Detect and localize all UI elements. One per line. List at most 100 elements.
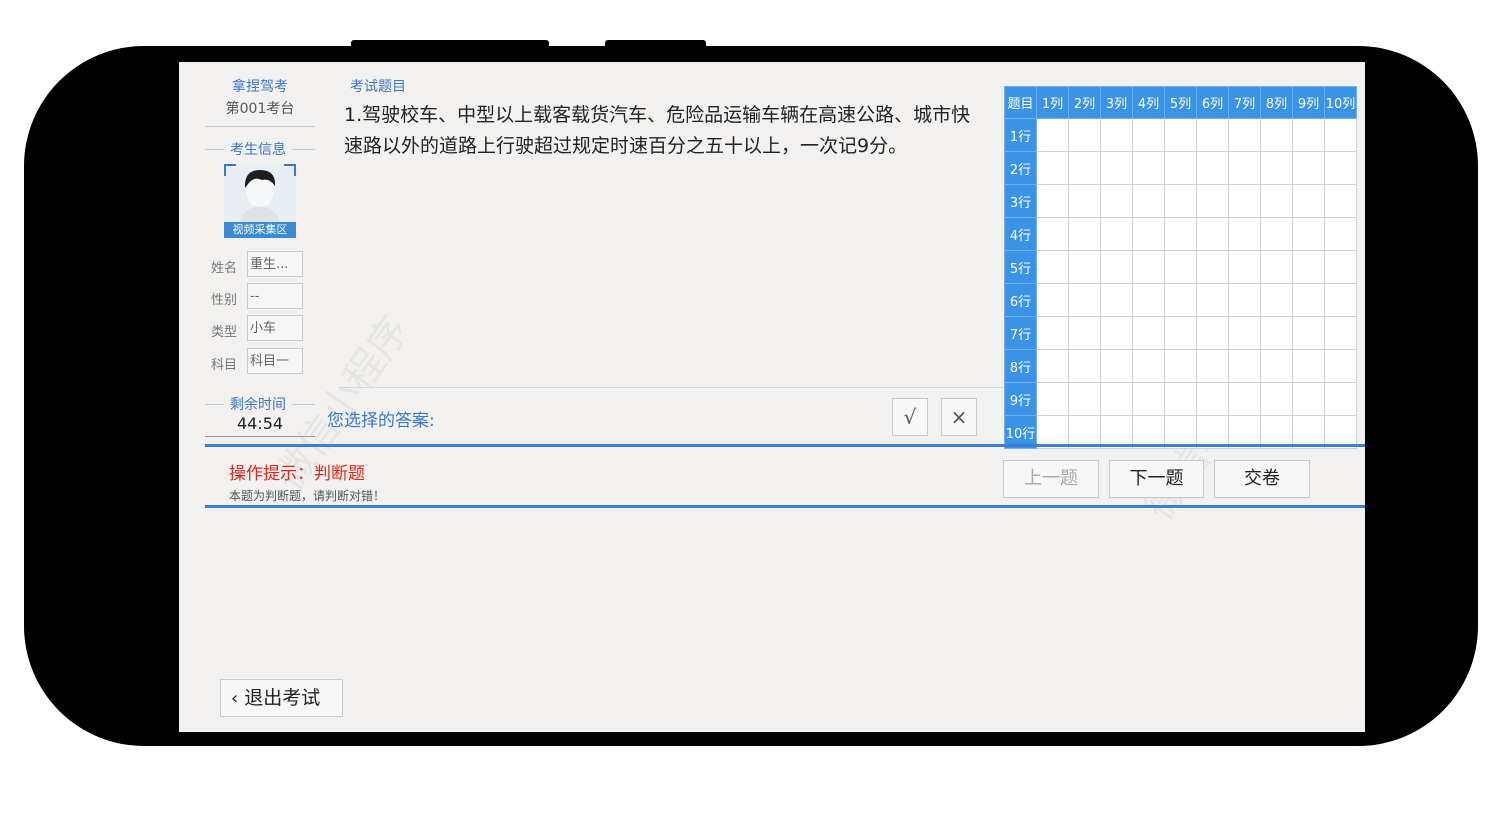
- grid-cell[interactable]: [1292, 151, 1325, 185]
- next-question-button[interactable]: 下一题: [1109, 460, 1204, 498]
- operation-tip-title: 操作提示：判断题: [229, 464, 365, 484]
- grid-row-header: 8行: [1004, 349, 1037, 383]
- grid-cell[interactable]: [1100, 316, 1133, 350]
- grid-cell[interactable]: [1164, 316, 1197, 350]
- grid-cell[interactable]: [1292, 382, 1325, 416]
- grid-cell[interactable]: [1324, 283, 1357, 317]
- grid-cell[interactable]: [1100, 217, 1133, 251]
- grid-cell[interactable]: [1324, 217, 1357, 251]
- grid-cell[interactable]: [1196, 184, 1229, 218]
- grid-cell[interactable]: [1068, 250, 1101, 284]
- grid-cell[interactable]: [1260, 184, 1293, 218]
- grid-cell[interactable]: [1068, 118, 1101, 152]
- grid-cell[interactable]: [1228, 316, 1261, 350]
- grid-cell[interactable]: [1260, 151, 1293, 185]
- grid-cell[interactable]: [1132, 316, 1165, 350]
- grid-cell[interactable]: [1100, 118, 1133, 152]
- grid-cell[interactable]: [1164, 283, 1197, 317]
- grid-cell[interactable]: [1196, 217, 1229, 251]
- grid-cell[interactable]: [1292, 250, 1325, 284]
- grid-cell[interactable]: [1036, 118, 1069, 152]
- grid-cell[interactable]: [1068, 184, 1101, 218]
- grid-cell[interactable]: [1292, 184, 1325, 218]
- grid-cell[interactable]: [1100, 382, 1133, 416]
- grid-cell[interactable]: [1228, 184, 1261, 218]
- grid-cell[interactable]: [1228, 217, 1261, 251]
- grid-row-header: 9行: [1004, 382, 1037, 416]
- answer-correct-button[interactable]: √: [892, 398, 928, 436]
- grid-cell[interactable]: [1196, 349, 1229, 383]
- grid-cell[interactable]: [1292, 349, 1325, 383]
- grid-cell[interactable]: [1196, 382, 1229, 416]
- grid-cell[interactable]: [1068, 382, 1101, 416]
- grid-cell[interactable]: [1132, 349, 1165, 383]
- grid-cell[interactable]: [1228, 151, 1261, 185]
- grid-cell[interactable]: [1100, 250, 1133, 284]
- grid-cell[interactable]: [1036, 316, 1069, 350]
- grid-cell[interactable]: [1324, 250, 1357, 284]
- grid-cell[interactable]: [1196, 118, 1229, 152]
- grid-cell[interactable]: [1036, 217, 1069, 251]
- grid-cell[interactable]: [1260, 316, 1293, 350]
- grid-cell[interactable]: [1068, 217, 1101, 251]
- grid-cell[interactable]: [1228, 283, 1261, 317]
- grid-cell[interactable]: [1292, 118, 1325, 152]
- grid-cell[interactable]: [1164, 217, 1197, 251]
- grid-cell[interactable]: [1132, 217, 1165, 251]
- grid-cell[interactable]: [1260, 118, 1293, 152]
- prev-question-button[interactable]: 上一题: [1003, 460, 1099, 498]
- grid-cell[interactable]: [1132, 184, 1165, 218]
- grid-cell[interactable]: [1292, 283, 1325, 317]
- grid-cell[interactable]: [1068, 316, 1101, 350]
- grid-cell[interactable]: [1068, 151, 1101, 185]
- exit-exam-button[interactable]: ‹ 退出考试: [220, 679, 343, 717]
- grid-cell[interactable]: [1196, 316, 1229, 350]
- grid-cell[interactable]: [1196, 151, 1229, 185]
- grid-cell[interactable]: [1132, 151, 1165, 185]
- grid-cell[interactable]: [1324, 118, 1357, 152]
- grid-cell[interactable]: [1228, 382, 1261, 416]
- grid-cell[interactable]: [1036, 151, 1069, 185]
- grid-cell[interactable]: [1324, 382, 1357, 416]
- grid-row: 1行: [1004, 118, 1357, 152]
- grid-cell[interactable]: [1324, 316, 1357, 350]
- grid-cell[interactable]: [1324, 184, 1357, 218]
- grid-cell[interactable]: [1260, 217, 1293, 251]
- grid-cell[interactable]: [1100, 184, 1133, 218]
- grid-cell[interactable]: [1132, 118, 1165, 152]
- grid-cell[interactable]: [1132, 250, 1165, 284]
- grid-cell[interactable]: [1132, 382, 1165, 416]
- grid-cell[interactable]: [1164, 118, 1197, 152]
- grid-cell[interactable]: [1196, 250, 1229, 284]
- grid-cell[interactable]: [1228, 118, 1261, 152]
- grid-cell[interactable]: [1036, 283, 1069, 317]
- grid-cell[interactable]: [1100, 151, 1133, 185]
- answer-wrong-button[interactable]: ×: [941, 398, 977, 436]
- grid-cell[interactable]: [1036, 184, 1069, 218]
- grid-cell[interactable]: [1068, 349, 1101, 383]
- grid-cell[interactable]: [1164, 151, 1197, 185]
- grid-cell[interactable]: [1228, 250, 1261, 284]
- grid-cell[interactable]: [1196, 283, 1229, 317]
- grid-cell[interactable]: [1100, 349, 1133, 383]
- grid-cell[interactable]: [1036, 382, 1069, 416]
- grid-cell[interactable]: [1068, 283, 1101, 317]
- grid-cell[interactable]: [1164, 184, 1197, 218]
- grid-cell[interactable]: [1324, 151, 1357, 185]
- grid-cell[interactable]: [1228, 349, 1261, 383]
- grid-cell[interactable]: [1132, 283, 1165, 317]
- grid-cell[interactable]: [1260, 349, 1293, 383]
- grid-cell[interactable]: [1324, 349, 1357, 383]
- grid-cell[interactable]: [1100, 283, 1133, 317]
- grid-cell[interactable]: [1036, 349, 1069, 383]
- submit-exam-button[interactable]: 交卷: [1214, 460, 1310, 498]
- grid-cell[interactable]: [1164, 250, 1197, 284]
- grid-cell[interactable]: [1164, 382, 1197, 416]
- grid-cell[interactable]: [1292, 316, 1325, 350]
- grid-cell[interactable]: [1164, 349, 1197, 383]
- grid-cell[interactable]: [1260, 382, 1293, 416]
- grid-cell[interactable]: [1260, 283, 1293, 317]
- grid-cell[interactable]: [1036, 250, 1069, 284]
- grid-cell[interactable]: [1292, 217, 1325, 251]
- grid-cell[interactable]: [1260, 250, 1293, 284]
